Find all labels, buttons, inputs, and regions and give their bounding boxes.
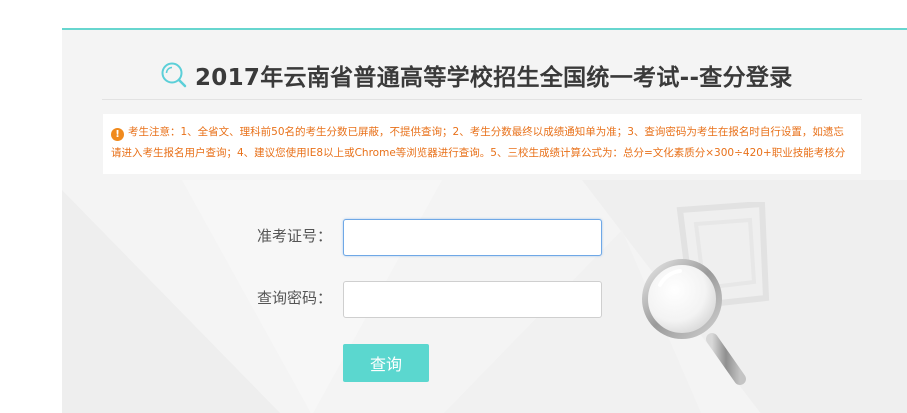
page: 2017年云南省普通高等学校招生全国统一考试--查分登录 ! 考生注意：1、全省文… <box>0 0 907 413</box>
magnifier-icon <box>642 259 746 385</box>
query-button[interactable]: 查询 <box>343 344 429 382</box>
login-panel: 2017年云南省普通高等学校招生全国统一考试--查分登录 ! 考生注意：1、全省文… <box>62 28 907 413</box>
warning-icon: ! <box>111 128 124 141</box>
password-label: 查询密码： <box>257 289 333 307</box>
password-input[interactable] <box>343 281 602 318</box>
search-icon <box>161 62 187 88</box>
page-title: 2017年云南省普通高等学校招生全国统一考试--查分登录 <box>195 65 793 91</box>
notice-text: 考生注意：1、全省文、理科前50名的考生分数已屏蔽，不提供查询；2、考生分数最终… <box>111 126 846 159</box>
exam-id-input[interactable] <box>343 219 602 256</box>
notice-box: ! 考生注意：1、全省文、理科前50名的考生分数已屏蔽，不提供查询；2、考生分数最… <box>103 114 861 174</box>
exam-id-label: 准考证号： <box>257 227 333 245</box>
